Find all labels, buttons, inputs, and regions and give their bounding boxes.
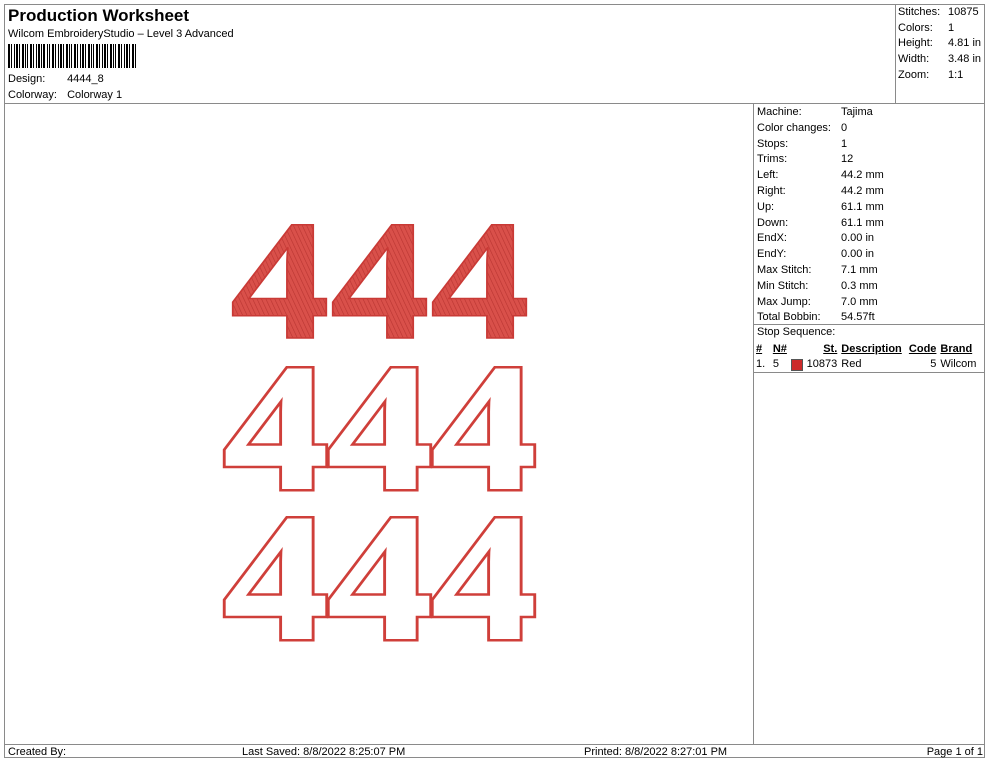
design-value: 4444_8 (67, 73, 104, 85)
summary-panel: Stitches: 10875 Colors: 1 Height: 4.81 in W… (898, 5, 981, 84)
col-brand-header: Brand (940, 343, 973, 355)
footer-last-saved: Last Saved: 8/8/2022 8:25:07 PM (242, 746, 406, 758)
property-label: Up: (757, 200, 775, 213)
col-description-header: Description (841, 343, 902, 355)
property-value: Tajima (841, 106, 873, 118)
design-row: Design: 4444_8 (8, 73, 104, 85)
summary-row: Width: 3.48 in (898, 52, 981, 68)
property-row: Max Stitch: 7.1 mm (757, 263, 884, 279)
property-row: Right: 44.2 mm (757, 184, 884, 200)
stop-sequence-title: Stop Sequence: (757, 326, 836, 338)
property-label: Machine: (757, 106, 802, 118)
property-label: Max Jump: (757, 295, 811, 308)
summary-value: 4.81 in (948, 37, 982, 50)
property-value: 61.1 mm (841, 216, 884, 229)
property-label: EndX: (757, 232, 787, 245)
col-idx-header: # (756, 343, 763, 355)
property-row: Down: 61.1 mm (757, 216, 884, 232)
summary-value: 1 (948, 21, 955, 34)
property-label: Stops: (757, 137, 789, 150)
summary-row: Height: 4.81 in (898, 36, 981, 52)
property-value: 0.00 in (841, 248, 875, 261)
property-row: Stops: 1 (757, 137, 884, 153)
software-name: Wilcom EmbroideryStudio – Level 3 Advanc… (8, 28, 234, 40)
embroidery-design-preview: 444 444 444 444 444 (221, 200, 540, 650)
page-title: Production Worksheet (8, 6, 190, 25)
stop-sequence-bottom-divider (753, 372, 985, 373)
header-divider (4, 103, 985, 104)
summary-row: Stitches: 10875 (898, 5, 981, 21)
row-description: Red (841, 358, 862, 370)
summary-label: Height: (898, 37, 933, 50)
property-label: EndY: (757, 248, 787, 261)
footer-page: Page 1 of 1 (926, 746, 983, 758)
property-label: Max Stitch: (757, 263, 812, 276)
row-idx: 1. (756, 358, 766, 370)
property-value: 61.1 mm (841, 200, 884, 213)
row-code: 5 (930, 358, 937, 370)
design-line-outline-inner: 444 (224, 478, 536, 650)
row-swatch-cell (790, 357, 806, 372)
col-st-header: St. (823, 343, 838, 355)
property-row: Total Bobbin: 54.57ft (757, 310, 884, 326)
summary-label: Stitches: (898, 6, 941, 18)
row-n: 5 (772, 358, 779, 370)
design-label: Design: (8, 73, 46, 85)
summary-label: Colors: (898, 21, 933, 34)
colorway-label: Colorway: (8, 89, 57, 101)
property-label: Left: (757, 169, 779, 182)
row-brand: Wilcom (940, 358, 977, 370)
property-row: Max Jump: 7.0 mm (757, 295, 884, 311)
property-row: Machine: Tajima (757, 105, 884, 121)
footer-created-by: Created By: (8, 746, 67, 758)
property-row: EndY: 0.00 in (757, 247, 884, 263)
property-value: 7.1 mm (841, 263, 878, 276)
row-st: 10873 (806, 358, 838, 370)
table-row: 1. 5 10873 Red 5 Wilcom (756, 357, 984, 372)
summary-divider (895, 4, 896, 104)
property-value: 0.3 mm (841, 279, 878, 292)
property-label: Down: (757, 216, 789, 229)
property-label: Min Stitch: (757, 279, 809, 292)
property-row: Color changes: 0 (757, 121, 884, 137)
summary-value: 1:1 (948, 68, 964, 81)
property-value: 12 (841, 153, 854, 166)
properties-divider (753, 103, 754, 745)
summary-row: Zoom: 1:1 (898, 68, 981, 84)
property-row: Trims: 12 (757, 152, 884, 168)
property-row: Left: 44.2 mm (757, 168, 884, 184)
property-row: Min Stitch: 0.3 mm (757, 279, 884, 295)
property-label: Color changes: (757, 121, 831, 134)
property-value: 1 (841, 137, 848, 150)
col-code-header: Code (908, 343, 937, 355)
color-swatch (790, 359, 803, 371)
col-n-header: N# (772, 343, 787, 355)
summary-label: Zoom: (898, 68, 930, 81)
footer-divider (4, 744, 985, 745)
summary-row: Colors: 1 (898, 21, 981, 37)
summary-value: 10875 (948, 6, 979, 18)
property-label: Right: (757, 184, 786, 197)
property-row: EndX: 0.00 in (757, 231, 884, 247)
property-value: 44.2 mm (841, 169, 884, 182)
footer-printed: Printed: 8/8/2022 8:27:01 PM (584, 746, 728, 758)
property-value: 0 (841, 121, 848, 134)
summary-label: Width: (898, 53, 930, 66)
property-value: 7.0 mm (841, 295, 878, 308)
property-label: Total Bobbin: (757, 311, 821, 324)
property-value: 54.57ft (841, 311, 875, 324)
property-value: 44.2 mm (841, 184, 884, 197)
stop-sequence-header: # N# St. Description Code Brand (756, 342, 984, 357)
property-label: Trims: (757, 153, 788, 166)
property-row: Up: 61.1 mm (757, 200, 884, 216)
colorway-value: Colorway 1 (67, 89, 123, 101)
col-swatch-header (791, 342, 806, 357)
machine-properties: Machine: Tajima Color changes: 0 Stops: 1 T… (757, 105, 884, 326)
stop-sequence-table: # N# St. Description Code Brand 1. 5 108… (756, 342, 984, 372)
summary-value: 3.48 in (948, 53, 982, 66)
barcode-icon (8, 44, 136, 68)
colorway-row: Colorway: Colorway 1 (8, 89, 122, 101)
property-value: 0.00 in (841, 232, 875, 245)
